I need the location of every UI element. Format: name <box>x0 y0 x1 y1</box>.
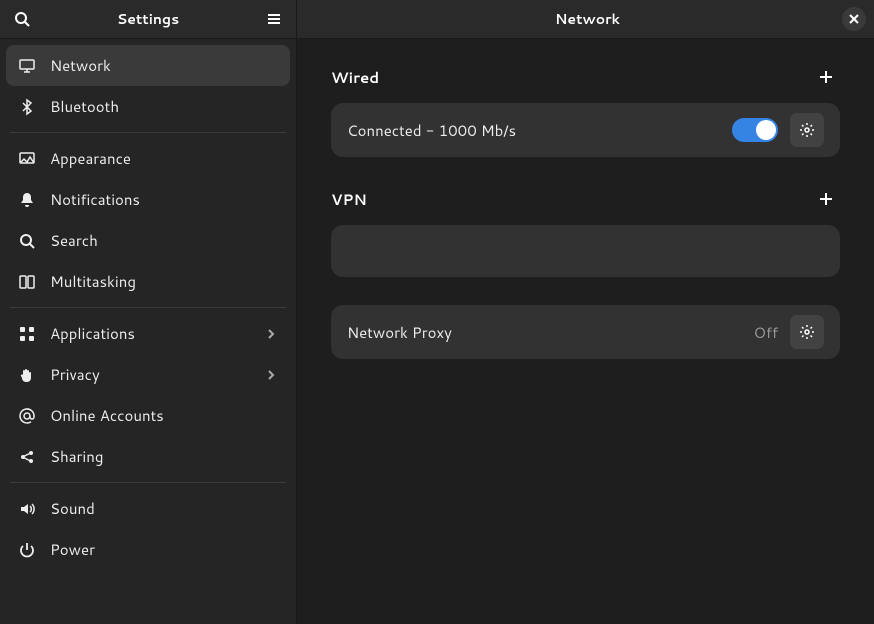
wired-settings-button[interactable] <box>790 113 824 147</box>
sidebar-item-appearance[interactable]: Appearance <box>6 138 290 179</box>
separator <box>10 307 286 308</box>
power-icon <box>18 541 36 559</box>
gear-icon <box>799 122 815 138</box>
sidebar-item-online-accounts[interactable]: Online Accounts <box>6 395 290 436</box>
sidebar-item-label: Appearance <box>50 148 278 169</box>
vpn-add-button[interactable] <box>812 185 840 213</box>
close-button[interactable] <box>842 7 866 31</box>
sidebar: Network Bluetooth Appearance Notifications S… <box>0 39 297 624</box>
sidebar-item-label: Bluetooth <box>50 96 278 117</box>
sidebar-item-privacy[interactable]: Privacy <box>6 354 290 395</box>
search-icon <box>18 232 36 250</box>
proxy-row: Network Proxy Off <box>331 305 840 359</box>
sidebar-item-label: Applications <box>50 323 250 344</box>
multitask-icon <box>18 273 36 291</box>
grid-icon <box>18 325 36 343</box>
bluetooth-icon <box>18 98 36 116</box>
proxy-settings-button[interactable] <box>790 315 824 349</box>
sidebar-item-label: Privacy <box>50 364 250 385</box>
sidebar-item-label: Notifications <box>50 189 278 210</box>
wired-add-button[interactable] <box>812 63 840 91</box>
toggle-knob <box>756 120 776 140</box>
sidebar-item-label: Online Accounts <box>50 405 278 426</box>
sidebar-item-label: Sound <box>50 498 278 519</box>
sidebar-item-search[interactable]: Search <box>6 220 290 261</box>
search-icon <box>14 11 30 27</box>
proxy-title: Network Proxy <box>347 322 742 343</box>
bell-icon <box>18 191 36 209</box>
wired-status-text: Connected - 1000 Mb/s <box>347 120 720 141</box>
app-title: Settings <box>36 9 260 29</box>
main-panel: Wired Connected - 1000 Mb/s VPN <box>297 39 874 624</box>
search-button[interactable] <box>8 5 36 33</box>
vpn-section-title: VPN <box>331 189 812 210</box>
sidebar-item-label: Multitasking <box>50 271 278 292</box>
proxy-status: Off <box>754 322 778 343</box>
sidebar-item-sharing[interactable]: Sharing <box>6 436 290 477</box>
sidebar-item-network[interactable]: Network <box>6 45 290 86</box>
gear-icon <box>799 324 815 340</box>
menu-button[interactable] <box>260 5 288 33</box>
chevron-right-icon <box>264 368 278 382</box>
sidebar-item-applications[interactable]: Applications <box>6 313 290 354</box>
plus-icon <box>818 191 834 207</box>
wired-section-title: Wired <box>331 67 812 88</box>
hand-icon <box>18 366 36 384</box>
hamburger-icon <box>266 11 282 27</box>
sidebar-item-notifications[interactable]: Notifications <box>6 179 290 220</box>
share-icon <box>18 448 36 466</box>
speaker-icon <box>18 500 36 518</box>
separator <box>10 482 286 483</box>
at-icon <box>18 407 36 425</box>
sidebar-item-bluetooth[interactable]: Bluetooth <box>6 86 290 127</box>
sidebar-item-power[interactable]: Power <box>6 529 290 570</box>
display-icon <box>18 57 36 75</box>
close-icon <box>848 13 860 25</box>
appearance-icon <box>18 150 36 168</box>
sidebar-item-label: Network <box>50 55 278 76</box>
separator <box>10 132 286 133</box>
sidebar-item-label: Sharing <box>50 446 278 467</box>
wired-connection-row: Connected - 1000 Mb/s <box>331 103 840 157</box>
sidebar-item-label: Search <box>50 230 278 251</box>
plus-icon <box>818 69 834 85</box>
wired-toggle[interactable] <box>732 118 778 142</box>
vpn-empty-row <box>331 225 840 277</box>
sidebar-item-label: Power <box>50 539 278 560</box>
page-title: Network <box>333 9 842 29</box>
sidebar-item-sound[interactable]: Sound <box>6 488 290 529</box>
chevron-right-icon <box>264 327 278 341</box>
sidebar-item-multitasking[interactable]: Multitasking <box>6 261 290 302</box>
